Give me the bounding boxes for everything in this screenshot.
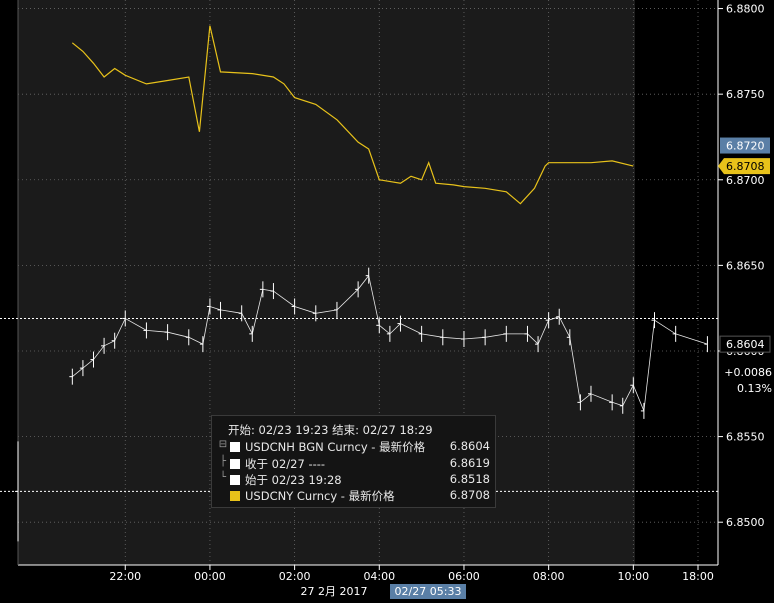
axis-marker: 6.8604 — [719, 335, 771, 353]
axis-marker-label: 6.8708 — [726, 160, 765, 173]
legend-entry-close[interactable]: ├ 收于 02/27 ---- 6.8619 — [216, 456, 494, 472]
legend-swatch-usdcny — [230, 491, 240, 501]
y-tick-label: 6.8800 — [726, 3, 765, 16]
axis-marker-label: 6.8604 — [726, 338, 765, 351]
x-tick-label: 22:00 — [109, 570, 141, 583]
y-tick-label: 6.8700 — [726, 174, 765, 187]
price-chart[interactable]: 6.88006.87506.87006.86506.86006.85506.85… — [0, 0, 774, 599]
chart-root: 6.88006.87506.87006.86506.86006.85506.85… — [0, 0, 774, 599]
legend-header: 开始: 02/23 19:23 结束: 02/27 18:29 — [228, 423, 433, 437]
x-tick-label: 18:00 — [682, 570, 714, 583]
x-tick-label: 04:00 — [363, 570, 395, 583]
x-tick-label: 00:00 — [194, 570, 226, 583]
legend-name-start: 始于 02/23 19:28 — [245, 473, 342, 487]
collapse-icon[interactable]: ⊟ — [218, 439, 228, 450]
legend-entry-start[interactable]: └ 始于 02/23 19:28 6.8518 — [216, 472, 494, 488]
y-tick-label: 6.8500 — [726, 516, 765, 529]
legend-box: 开始: 02/23 19:23 结束: 02/27 18:29 ⊟ USDCNH… — [211, 415, 496, 508]
axis-marker: 6.8720 — [720, 137, 770, 154]
y-tick-label: 6.8650 — [726, 259, 765, 272]
legend-entry-usdcnh[interactable]: ⊟ USDCNH BGN Curncy - 最新价格 6.8604 — [216, 439, 494, 455]
legend-name-usdcny: USDCNY Curncy - 最新价格 — [245, 489, 395, 503]
tree-end-icon: └ — [219, 472, 227, 483]
legend-value-close: 6.8619 — [449, 456, 490, 470]
x-tick-label: 10:00 — [617, 570, 649, 583]
axis-marker-label: 6.8720 — [726, 140, 765, 153]
legend-swatch-usdcnh — [230, 442, 240, 452]
legend-entry-usdcny[interactable]: USDCNY Curncy - 最新价格 6.8708 — [216, 488, 494, 504]
date-label: 27 2月 2017 — [301, 585, 368, 598]
y-tick-label: 6.8750 — [726, 88, 765, 101]
change-pct: 0.13% — [737, 382, 772, 395]
x-tick-label: 08:00 — [533, 570, 565, 583]
x-tick-label: 02:00 — [279, 570, 311, 583]
cursor-time-label: 02/27 05:33 — [395, 585, 462, 598]
change-abs: +0.0086 — [724, 366, 772, 379]
y-tick-label: 6.8550 — [726, 431, 765, 444]
axis-marker: 6.8708 — [718, 158, 770, 175]
legend-value-usdcnh: 6.8604 — [449, 439, 490, 453]
x-tick-label: 06:00 — [448, 570, 480, 583]
legend-swatch-start — [230, 475, 240, 485]
legend-value-start: 6.8518 — [449, 472, 490, 486]
legend-value-usdcny: 6.8708 — [449, 488, 490, 502]
legend-name-usdcnh: USDCNH BGN Curncy - 最新价格 — [245, 440, 426, 454]
tree-branch-icon: ├ — [219, 456, 227, 467]
legend-swatch-close — [230, 459, 240, 469]
legend-name-close: 收于 02/27 ---- — [245, 457, 326, 471]
